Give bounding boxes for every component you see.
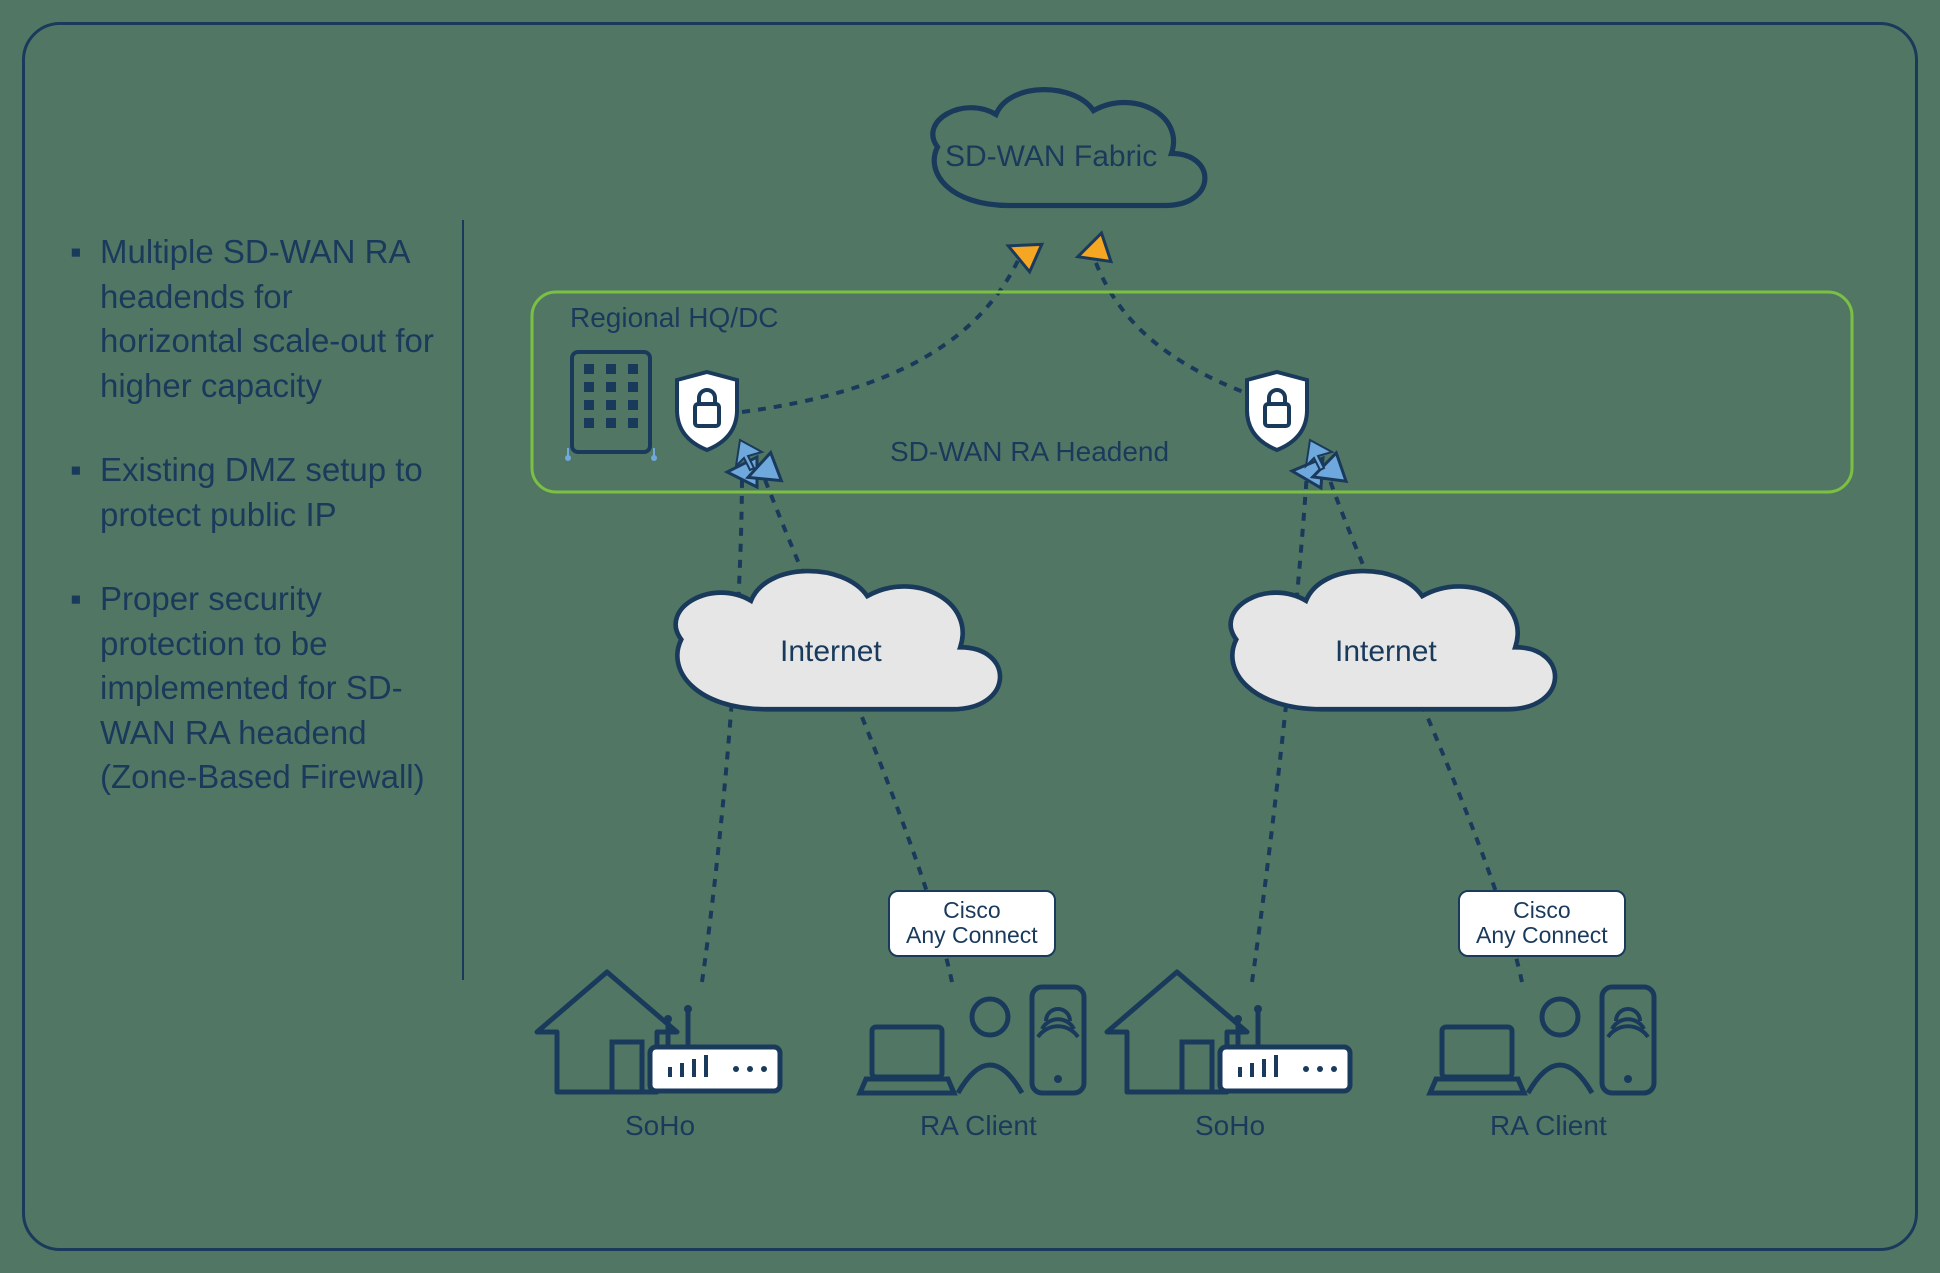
internet-label-2: Internet — [1335, 635, 1437, 669]
cursor-icon-right — [1306, 440, 1332, 470]
router-icon-1 — [650, 1005, 780, 1091]
building-icon — [565, 352, 657, 461]
badge1-line1: Cisco — [943, 897, 1001, 923]
internet-label-1: Internet — [780, 635, 882, 669]
soho-label-1: SoHo — [625, 1110, 695, 1142]
raclient-label-1: RA Client — [920, 1110, 1037, 1142]
soho-label-2: SoHo — [1195, 1110, 1265, 1142]
ra-client-icon-1 — [860, 987, 1084, 1093]
sd-wan-fabric-label: SD-WAN Fabric — [945, 140, 1157, 174]
headend-label: SD-WAN RA Headend — [890, 436, 1169, 468]
cisco-anyconnect-badge-2: Cisco Any Connect — [1458, 890, 1626, 957]
architecture-diagram — [22, 22, 1918, 1251]
shield-lock-icon-right — [1247, 372, 1307, 450]
cursor-icon-left — [736, 440, 762, 470]
raclient-label-2: RA Client — [1490, 1110, 1607, 1142]
ra-client-icon-2 — [1430, 987, 1654, 1093]
shield-lock-icon-left — [677, 372, 737, 450]
regional-hq-label: Regional HQ/DC — [570, 302, 779, 334]
cisco-anyconnect-badge-1: Cisco Any Connect — [888, 890, 1056, 957]
badge1-line2: Any Connect — [906, 922, 1038, 948]
badge2-line2: Any Connect — [1476, 922, 1608, 948]
badge2-line1: Cisco — [1513, 897, 1571, 923]
router-icon-2 — [1220, 1005, 1350, 1091]
